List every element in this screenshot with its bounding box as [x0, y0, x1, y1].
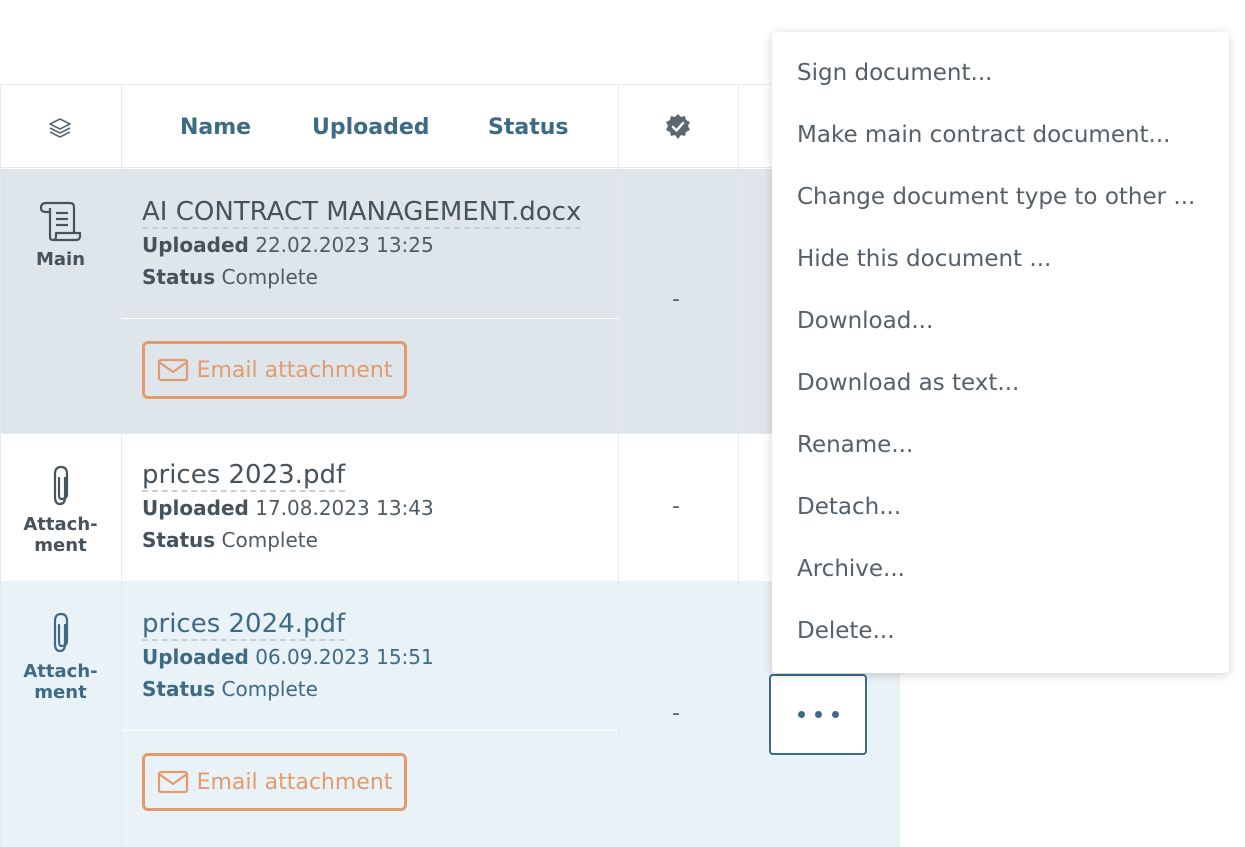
document-info: prices 2023.pdf Uploaded 17.08.2023 13:4… — [142, 460, 434, 554]
menu-item-change-type[interactable]: Change document type to other ... — [772, 166, 1229, 228]
menu-item-archive[interactable]: Archive... — [772, 538, 1229, 600]
table-row-main[interactable]: Main AI CONTRACT MANAGEMENT.docx Uploade… — [0, 169, 900, 434]
menu-item-detach[interactable]: Detach... — [772, 476, 1229, 538]
uploaded-value: 17.08.2023 13:43 — [255, 496, 434, 520]
menu-item-make-main[interactable]: Make main contract document... — [772, 104, 1229, 166]
scroll-document-icon — [39, 201, 81, 242]
type-cell: Attach- ment — [0, 464, 121, 556]
envelope-icon — [157, 770, 188, 794]
file-name-link[interactable]: prices 2023.pdf — [142, 460, 346, 492]
paperclip-icon — [53, 612, 68, 653]
status-label: Status — [142, 265, 216, 289]
file-name-link[interactable]: prices 2024.pdf — [142, 609, 346, 641]
uploaded-value: 06.09.2023 15:51 — [255, 645, 434, 669]
status-meta: Status Complete — [142, 526, 434, 554]
status-value: Complete — [221, 265, 318, 289]
table-row-attachment-selected[interactable]: Attach- ment prices 2024.pdf Uploaded 06… — [0, 581, 900, 847]
type-label: Main — [35, 249, 86, 270]
email-attachment-button[interactable]: Email attachment — [142, 341, 407, 399]
document-info: AI CONTRACT MANAGEMENT.docx Uploaded 22.… — [142, 197, 582, 291]
paperclip-icon — [53, 465, 68, 506]
signed-value: - — [672, 494, 680, 519]
uploaded-meta: Uploaded 22.02.2023 13:25 — [142, 231, 581, 259]
signed-value: - — [672, 287, 680, 312]
verified-badge-icon — [663, 112, 693, 146]
menu-item-download-text[interactable]: Download as text... — [772, 352, 1229, 414]
document-info: prices 2024.pdf Uploaded 06.09.2023 15:5… — [142, 609, 434, 703]
file-name-link[interactable]: AI CONTRACT MANAGEMENT.docx — [142, 197, 582, 229]
email-button-label: Email attachment — [196, 357, 393, 383]
column-divider — [618, 84, 619, 847]
signed-value: - — [672, 701, 680, 726]
menu-item-delete[interactable]: Delete... — [772, 600, 1229, 662]
status-label: Status — [142, 677, 216, 701]
context-menu: Sign document... Make main contract docu… — [772, 32, 1229, 673]
email-button-label: Email attachment — [196, 769, 393, 795]
menu-item-download[interactable]: Download... — [772, 290, 1229, 352]
envelope-icon — [157, 358, 188, 382]
column-divider — [0, 84, 1, 847]
uploaded-label: Uploaded — [142, 496, 249, 520]
cell-divider — [122, 318, 618, 319]
more-actions-button[interactable] — [769, 674, 867, 755]
uploaded-label: Uploaded — [142, 233, 249, 257]
column-header-name[interactable]: Name — [180, 85, 251, 169]
uploaded-value: 22.02.2023 13:25 — [255, 233, 434, 257]
documents-table: Name Uploaded Status Main AI CONTRACT MA… — [0, 0, 900, 847]
uploaded-meta: Uploaded 17.08.2023 13:43 — [142, 494, 434, 522]
menu-item-rename[interactable]: Rename... — [772, 414, 1229, 476]
column-divider — [121, 84, 122, 847]
uploaded-label: Uploaded — [142, 645, 249, 669]
status-meta: Status Complete — [142, 675, 434, 703]
type-cell: Attach- ment — [0, 611, 121, 703]
more-dots-icon — [831, 711, 839, 718]
menu-item-hide[interactable]: Hide this document ... — [772, 228, 1229, 290]
more-dots-icon — [797, 711, 805, 718]
more-dots-icon — [814, 711, 822, 718]
column-divider — [738, 84, 739, 847]
menu-item-sign-document[interactable]: Sign document... — [772, 42, 1229, 104]
status-label: Status — [142, 528, 216, 552]
status-value: Complete — [221, 528, 318, 552]
email-attachment-button[interactable]: Email attachment — [142, 753, 407, 811]
status-value: Complete — [221, 677, 318, 701]
layers-icon — [47, 115, 73, 145]
status-meta: Status Complete — [142, 263, 581, 291]
table-row-attachment[interactable]: Attach- ment prices 2023.pdf Uploaded 17… — [0, 433, 900, 581]
uploaded-meta: Uploaded 06.09.2023 15:51 — [142, 643, 434, 671]
table-header: Name Uploaded Status — [0, 84, 900, 168]
type-label: Attach- ment — [23, 514, 98, 556]
type-label: Attach- ment — [23, 661, 98, 703]
type-cell: Main — [0, 199, 121, 270]
cell-divider — [122, 730, 618, 731]
column-header-status[interactable]: Status — [488, 85, 568, 169]
column-header-uploaded[interactable]: Uploaded — [312, 85, 430, 169]
